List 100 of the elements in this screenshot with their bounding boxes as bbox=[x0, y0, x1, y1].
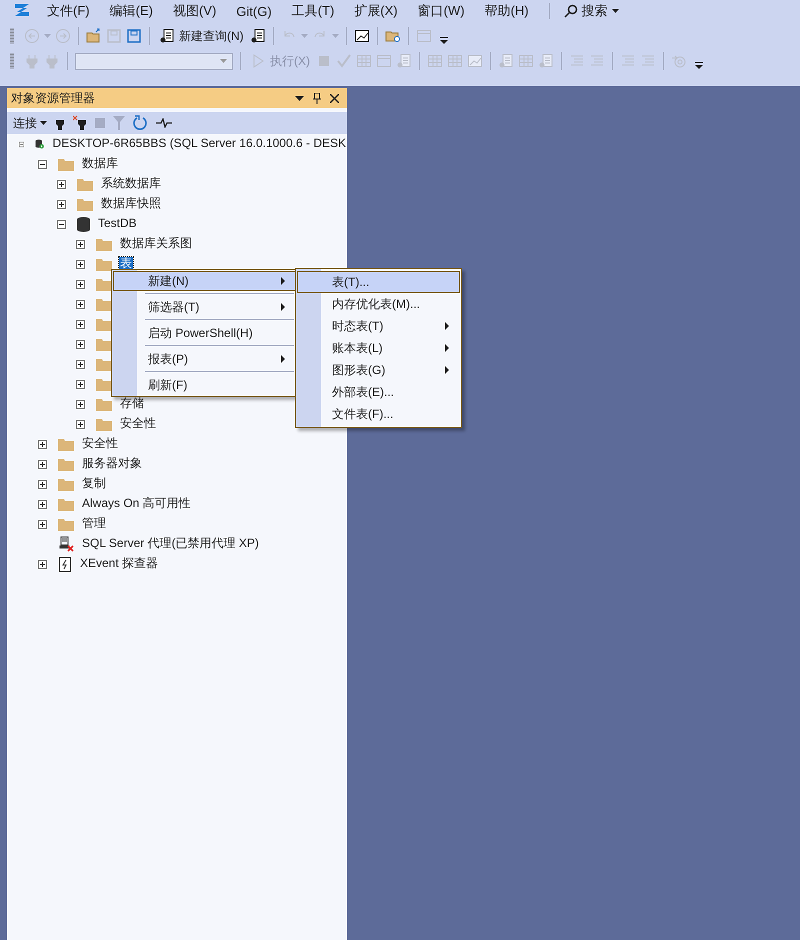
document-icon[interactable] bbox=[159, 28, 175, 44]
expand-icon[interactable] bbox=[38, 560, 47, 568]
expand-icon[interactable] bbox=[76, 420, 85, 428]
menu-item[interactable]: 时态表(T) bbox=[297, 315, 460, 337]
close-icon[interactable] bbox=[330, 94, 339, 102]
folder-icon bbox=[96, 258, 112, 270]
panel-title: 对象资源管理器 bbox=[11, 90, 96, 106]
folder-icon bbox=[77, 198, 93, 210]
menu-bar-item[interactable]: 视图(V) bbox=[172, 2, 216, 20]
expand-icon[interactable] bbox=[76, 240, 85, 248]
activity-icon[interactable] bbox=[156, 118, 172, 128]
folder-icon bbox=[96, 398, 112, 410]
menu-item[interactable]: 文件表(F)... bbox=[297, 403, 460, 425]
disconnect-icon[interactable] bbox=[73, 115, 87, 131]
menu-item[interactable]: 启动 PowerShell(H) bbox=[113, 323, 296, 343]
folder-icon bbox=[77, 178, 93, 190]
menu-bar-item[interactable]: 扩展(X) bbox=[354, 2, 398, 20]
document-icon[interactable] bbox=[250, 28, 266, 44]
collapse-icon[interactable] bbox=[38, 160, 47, 168]
overflow-icon[interactable] bbox=[695, 62, 703, 68]
dropdown-caret-icon bbox=[40, 121, 47, 125]
menu-item[interactable]: 新建(N) bbox=[113, 271, 296, 291]
folder-icon bbox=[96, 378, 112, 390]
menu-item[interactable]: 报表(P) bbox=[113, 349, 296, 369]
connect-button[interactable]: 连接 bbox=[13, 114, 47, 132]
tree-item[interactable]: XEvent 探查器 bbox=[79, 556, 160, 568]
overflow-icon[interactable] bbox=[440, 36, 448, 44]
dropdown-caret-icon[interactable] bbox=[295, 96, 304, 100]
folder-icon bbox=[96, 338, 112, 350]
folder-icon bbox=[96, 358, 112, 370]
expand-icon[interactable] bbox=[76, 340, 85, 348]
expand-icon[interactable] bbox=[38, 500, 47, 508]
collapse-icon[interactable] bbox=[57, 220, 66, 228]
folder-icon bbox=[96, 278, 112, 290]
dropdown-caret-icon bbox=[612, 9, 619, 13]
tree-item[interactable]: DESKTOP-6R65BBS (SQL Server 16.0.1000.6 - DESK bbox=[52, 136, 347, 148]
expand-icon[interactable] bbox=[76, 260, 85, 268]
refresh-icon[interactable] bbox=[133, 115, 148, 131]
tree-item[interactable]: 数据库 bbox=[81, 156, 119, 168]
toolbar-grip[interactable] bbox=[10, 28, 14, 44]
menu-bar-item[interactable]: 编辑(E) bbox=[110, 2, 153, 20]
tree-item[interactable]: SQL Server 代理(已禁用代理 XP) bbox=[81, 536, 260, 548]
folder-icon bbox=[58, 438, 74, 450]
chart-icon[interactable] bbox=[354, 28, 370, 44]
tree-item[interactable]: 表 bbox=[119, 256, 133, 268]
menu-item[interactable]: 刷新(F) bbox=[113, 375, 296, 395]
expand-icon[interactable] bbox=[38, 440, 47, 448]
expand-icon[interactable] bbox=[76, 300, 85, 308]
tree-item[interactable]: TestDB bbox=[97, 216, 138, 228]
folder-icon bbox=[58, 478, 74, 490]
pin-icon[interactable] bbox=[313, 92, 321, 104]
tree-item[interactable]: 存储 bbox=[119, 396, 145, 408]
menu-item[interactable]: 内存优化表(M)... bbox=[297, 293, 460, 315]
folder-icon bbox=[96, 298, 112, 310]
save-all-icon[interactable] bbox=[126, 28, 142, 44]
folder-icon bbox=[96, 318, 112, 330]
search-button[interactable]: 搜索 bbox=[564, 2, 619, 20]
folder-icon bbox=[58, 458, 74, 470]
tree-item[interactable]: Always On 高可用性 bbox=[81, 496, 192, 508]
expand-icon[interactable] bbox=[76, 280, 85, 288]
menu-bar-item[interactable]: 帮助(H) bbox=[484, 2, 529, 20]
expand-icon[interactable] bbox=[76, 400, 85, 408]
expand-icon[interactable] bbox=[38, 520, 47, 528]
tree-item[interactable]: 数据库快照 bbox=[100, 196, 162, 208]
expand-icon[interactable] bbox=[76, 380, 85, 388]
dropdown-caret-icon bbox=[220, 59, 227, 63]
expand-icon[interactable] bbox=[57, 180, 66, 188]
tree-item[interactable]: 管理 bbox=[81, 516, 107, 528]
search-icon bbox=[564, 4, 578, 18]
menu-item[interactable]: 表(T)... bbox=[297, 271, 460, 293]
expand-icon[interactable] bbox=[57, 200, 66, 208]
menu-item[interactable]: 外部表(E)... bbox=[297, 381, 460, 403]
menu-item[interactable]: 筛选器(T) bbox=[113, 297, 296, 317]
tree-item[interactable]: 复制 bbox=[81, 476, 107, 488]
expand-icon[interactable] bbox=[76, 360, 85, 368]
toolbar-grip[interactable] bbox=[10, 53, 14, 69]
menu-bar-item[interactable]: 文件(F) bbox=[47, 2, 90, 20]
expand-icon[interactable] bbox=[76, 320, 85, 328]
folder-icon bbox=[58, 518, 74, 530]
menu-bar-item[interactable]: 窗口(W) bbox=[418, 2, 465, 20]
tree-item[interactable]: 安全性 bbox=[81, 436, 119, 448]
agent-disabled-icon bbox=[58, 536, 74, 552]
menu-item[interactable]: 账本表(L) bbox=[297, 337, 460, 359]
menu-bar-item[interactable]: 工具(T) bbox=[292, 2, 334, 20]
tree-item[interactable]: 数据库关系图 bbox=[119, 236, 193, 248]
folder-icon bbox=[96, 418, 112, 430]
app-logo-icon[interactable] bbox=[13, 4, 31, 18]
open-folder-icon[interactable] bbox=[86, 28, 102, 44]
tree-item[interactable]: 系统数据库 bbox=[100, 176, 162, 188]
database-icon bbox=[77, 216, 90, 232]
folder-icon bbox=[58, 498, 74, 510]
expand-icon[interactable] bbox=[38, 480, 47, 488]
toolbar-button[interactable]: 新建查询(N) bbox=[157, 28, 246, 44]
event-profiler-icon bbox=[58, 556, 72, 572]
folder-icon bbox=[96, 238, 112, 250]
menu-bar-item[interactable]: Git(G) bbox=[236, 4, 272, 18]
tree-item[interactable]: 服务器对象 bbox=[81, 456, 143, 468]
tree-item[interactable]: 安全性 bbox=[119, 416, 157, 428]
menu-item[interactable]: 图形表(G) bbox=[297, 359, 460, 381]
expand-icon[interactable] bbox=[38, 460, 47, 468]
